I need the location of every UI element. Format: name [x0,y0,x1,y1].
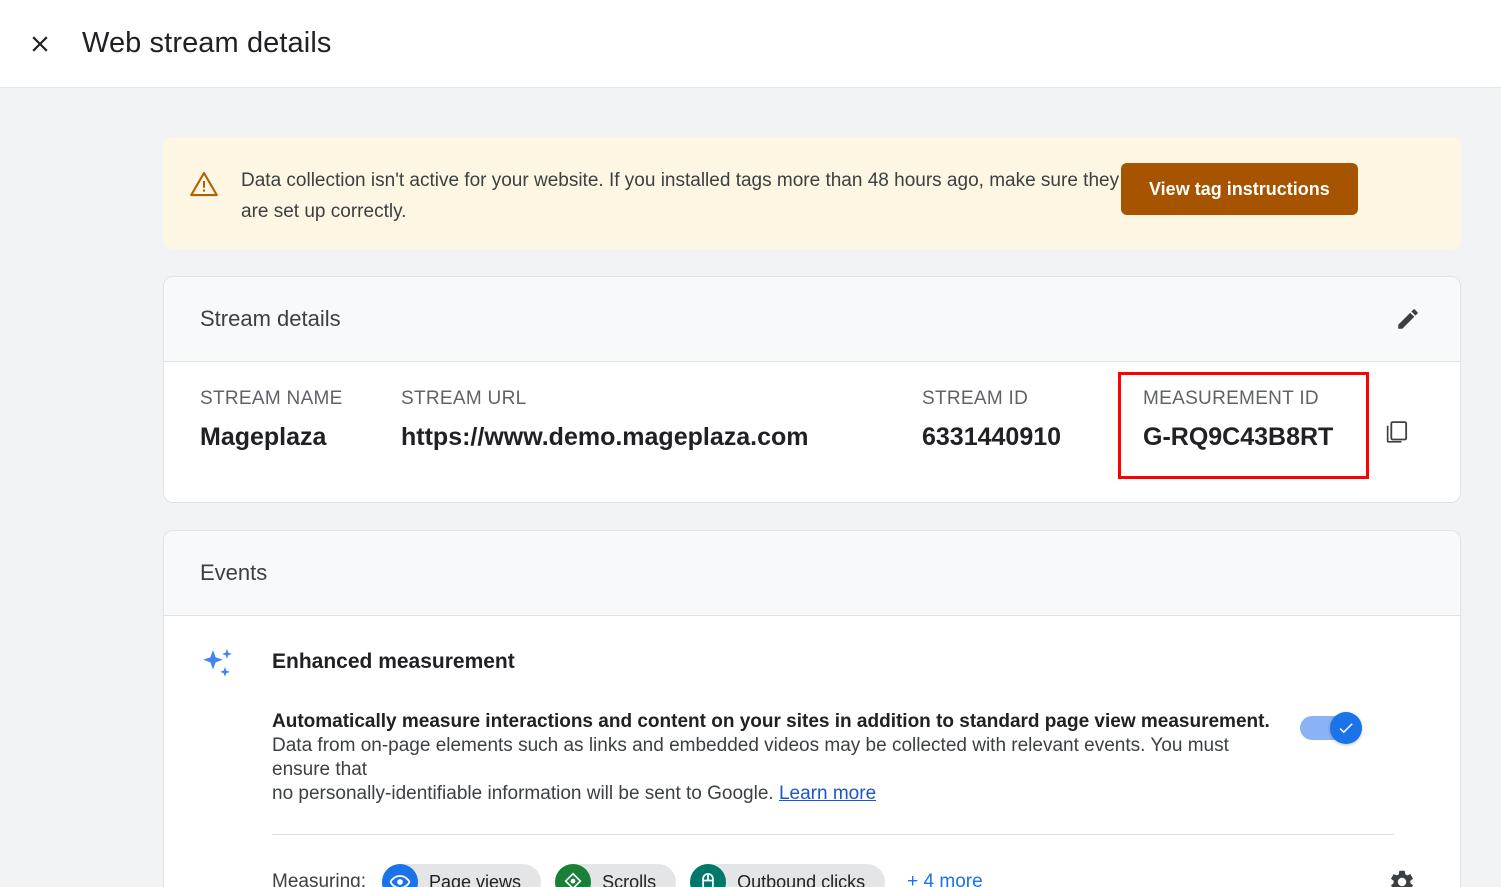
description-line-3: no personally-identifiable information w… [272,783,774,804]
chip-label: Page views [429,871,522,887]
measuring-chips-row: Measuring: Page views Scrolls Outbound c… [200,835,1430,887]
more-events-link[interactable]: + 4 more [907,871,983,887]
enhanced-measurement-description-row: Automatically measure interactions and c… [200,710,1430,806]
mouse-icon [690,864,727,887]
stream-name-value: Mageplaza [200,423,327,451]
warning-message: Data collection isn't active for your we… [241,170,1120,222]
description-line-2: Data from on-page elements such as links… [272,735,1229,780]
data-collection-warning-banner: Data collection isn't active for your we… [163,137,1461,249]
events-card-header: Events [164,531,1460,616]
description-line-3-container: no personally-identifiable information w… [272,782,1280,806]
measurement-id-value: G-RQ9C43B8RT [1143,423,1334,451]
events-title: Events [200,560,268,585]
close-icon [32,35,48,52]
enhanced-measurement-heading-row: Enhanced measurement [200,646,1430,687]
page-content: Data collection isn't active for your we… [0,88,1501,887]
measurement-id-label: MEASUREMENT ID [1143,388,1319,409]
stream-url-field: STREAM URL https://www.demo.mageplaza.co… [401,388,808,452]
stream-id-label: STREAM ID [922,388,1029,409]
toggle-knob [1330,712,1362,744]
stream-name-label: STREAM NAME [200,388,343,409]
stream-details-card: Stream details STREAM NAME Mageplaza STR… [163,276,1461,503]
eye-icon [382,864,418,887]
content-wrapper: Data collection isn't active for your we… [163,137,1461,887]
check-icon [1339,723,1353,734]
stream-details-card-header: Stream details [164,277,1460,362]
chip-label: Outbound clicks [737,871,866,887]
page-header: Web stream details [0,0,1501,88]
close-button[interactable] [18,22,62,66]
stream-name-field: STREAM NAME Mageplaza [200,388,343,452]
enhanced-measurement-description: Automatically measure interactions and c… [200,710,1280,806]
sparkle-icon [200,648,240,687]
view-tag-instructions-button[interactable]: View tag instructions [1121,163,1358,215]
events-card: Events Enhanced measurement Automaticall… [163,530,1461,887]
measurement-id-field: MEASUREMENT ID G-RQ9C43B8RT [1143,388,1333,452]
chip-label: Scrolls [602,871,657,887]
page-title: Web stream details [82,27,332,59]
pencil-icon [1398,309,1418,329]
copy-measurement-id-button[interactable] [1375,410,1419,454]
stream-url-value: https://www.demo.mageplaza.com [401,423,809,451]
scroll-icon [555,864,592,887]
enhanced-measurement-section: Enhanced measurement Automatically measu… [164,616,1460,887]
chip-outbound-clicks[interactable]: Outbound clicks [690,864,886,887]
stream-id-value: 6331440910 [922,423,1062,451]
chip-scrolls[interactable]: Scrolls [555,864,677,887]
learn-more-link[interactable]: Learn more [779,783,876,804]
enhanced-measurement-toggle[interactable] [1300,712,1362,744]
measuring-label: Measuring: [272,871,366,887]
enhanced-measurement-title: Enhanced measurement [272,650,515,673]
edit-stream-details-button[interactable] [1386,297,1430,341]
warning-triangle-icon [189,169,219,204]
stream-details-title: Stream details [200,306,341,331]
stream-details-fields: STREAM NAME Mageplaza STREAM URL https:/… [164,362,1460,502]
stream-id-field: STREAM ID 6331440910 [922,388,1061,452]
description-bold-line: Automatically measure interactions and c… [272,711,1270,732]
copy-icon [1386,420,1407,443]
chip-page-views[interactable]: Page views [382,864,542,887]
enhanced-measurement-settings-button[interactable] [1380,860,1424,887]
gear-icon [1391,870,1413,887]
stream-url-label: STREAM URL [401,388,527,409]
